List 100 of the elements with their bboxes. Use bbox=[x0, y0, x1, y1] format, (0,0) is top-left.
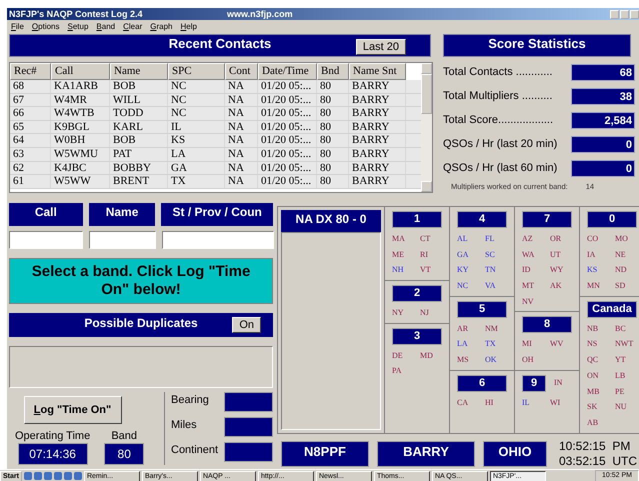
stat-label: QSOs / Hr (last 60 min) bbox=[443, 162, 558, 174]
column-header[interactable]: Rec# bbox=[10, 63, 51, 80]
state-code: VT bbox=[420, 264, 432, 276]
field-label: Name bbox=[88, 203, 156, 226]
duplicates-toggle-button[interactable]: On bbox=[232, 317, 261, 333]
input-field[interactable] bbox=[162, 231, 274, 249]
info-label: Continent bbox=[171, 444, 218, 456]
table-cell: 01/20 05:... bbox=[258, 94, 317, 106]
table-cell: NA bbox=[225, 80, 258, 93]
state-code: NS bbox=[587, 338, 598, 350]
table-cell: 68 bbox=[10, 80, 51, 93]
state-code: NWT bbox=[615, 338, 634, 350]
station-name: BARRY bbox=[377, 441, 475, 467]
column-header[interactable]: Name bbox=[110, 63, 168, 80]
column-header[interactable]: Date/Time bbox=[258, 63, 317, 80]
table-cell: KA1ARB bbox=[51, 80, 110, 93]
zone-header: Canada bbox=[587, 300, 637, 318]
table-cell: 67 bbox=[10, 94, 51, 106]
table-cell: BARRY bbox=[349, 107, 406, 120]
scrollbar[interactable] bbox=[421, 63, 432, 192]
state-code: WV bbox=[550, 338, 564, 350]
table-cell: 80 bbox=[317, 94, 349, 106]
state-code: NH bbox=[392, 264, 405, 276]
state-code: NV bbox=[522, 296, 535, 308]
log-time-on-button[interactable]: Log "Time On" bbox=[24, 396, 122, 424]
close-button[interactable] bbox=[630, 10, 639, 18]
column-header[interactable]: SPC bbox=[168, 63, 225, 80]
table-cell: NC bbox=[168, 107, 225, 120]
table-cell: BARRY bbox=[349, 134, 406, 147]
state-code: MT bbox=[522, 280, 535, 292]
state-code: KY bbox=[457, 264, 470, 276]
state-code: AR bbox=[457, 322, 470, 335]
dx-header: NA DX 80 - 0 bbox=[281, 210, 381, 232]
stat-value: 68 bbox=[571, 64, 635, 80]
state-code: MD bbox=[420, 350, 434, 362]
state-code: NU bbox=[615, 401, 628, 414]
table-cell: KARL bbox=[110, 120, 168, 134]
table-cell: 01/20 05:... bbox=[258, 120, 317, 134]
table-cell: BARRY bbox=[349, 162, 406, 174]
menu-item[interactable]: Graph bbox=[150, 22, 172, 30]
stat-value: 0 bbox=[571, 160, 635, 176]
table-cell: NA bbox=[225, 120, 258, 134]
column-header[interactable]: Name Snt bbox=[349, 63, 406, 80]
state-code: PE bbox=[615, 386, 626, 398]
state-code: IN bbox=[554, 377, 562, 390]
zone-header: 8 bbox=[522, 316, 572, 334]
state-code: VA bbox=[485, 280, 497, 292]
band-label: Band bbox=[111, 430, 138, 442]
menu-item[interactable]: Options bbox=[32, 22, 60, 30]
menu-item[interactable]: File bbox=[11, 22, 24, 30]
maximize-button[interactable] bbox=[620, 10, 629, 18]
table-cell: 65 bbox=[10, 120, 51, 134]
state-code: SK bbox=[587, 401, 598, 414]
table-cell: 80 bbox=[317, 80, 349, 93]
menu-item[interactable]: Clear bbox=[123, 22, 142, 30]
recent-contacts-title: Recent Contacts bbox=[168, 36, 272, 51]
state-code: NY bbox=[392, 307, 405, 320]
state-code: AZ bbox=[522, 233, 534, 245]
state-code: MB bbox=[587, 386, 600, 398]
table-cell: 80 bbox=[317, 175, 349, 188]
input-field[interactable] bbox=[9, 231, 83, 249]
table-cell: BARRY bbox=[349, 94, 406, 106]
status-message: Select a band. Click Log "Time On" below! bbox=[9, 258, 273, 304]
menu-item[interactable]: Band bbox=[96, 22, 116, 30]
state-code: WY bbox=[550, 264, 564, 276]
table-cell: BRENT bbox=[110, 175, 168, 188]
menu-item[interactable]: Setup bbox=[68, 22, 88, 30]
table-cell: 01/20 05:... bbox=[258, 134, 317, 147]
stat-label: QSOs / Hr (last 20 min) bbox=[443, 138, 558, 150]
state-code: SD bbox=[615, 280, 626, 292]
state-code: YT bbox=[615, 354, 627, 366]
input-field[interactable] bbox=[89, 231, 156, 249]
state-code: MS bbox=[457, 354, 470, 366]
stat-value: 0 bbox=[571, 136, 635, 152]
table-cell: NA bbox=[225, 134, 258, 147]
state-code: NB bbox=[587, 322, 600, 335]
state-code: WA bbox=[522, 248, 536, 261]
table-cell: WILL bbox=[110, 94, 168, 106]
table-cell: 80 bbox=[317, 120, 349, 134]
table-cell: IL bbox=[168, 120, 225, 134]
table-cell: BOBBY bbox=[110, 162, 168, 174]
table-cell: TX bbox=[168, 175, 225, 188]
column-header[interactable]: Call bbox=[51, 63, 110, 80]
station-location: OHIO bbox=[483, 441, 547, 467]
table-cell: 01/20 05:... bbox=[258, 175, 317, 188]
table-cell: BARRY bbox=[349, 175, 406, 188]
column-header[interactable]: Bnd bbox=[317, 63, 349, 80]
duplicates-title: Possible Duplicates bbox=[84, 316, 198, 332]
table-cell: K4JBC bbox=[51, 162, 110, 174]
table-cell: 63 bbox=[10, 148, 51, 161]
state-code: FL bbox=[485, 233, 496, 245]
table-cell: LA bbox=[168, 148, 225, 161]
utc-time: 03:52:15 UTC bbox=[559, 454, 638, 469]
table-cell: NA bbox=[225, 175, 258, 188]
last-20-button[interactable]: Last 20 bbox=[356, 39, 406, 55]
minimize-button[interactable] bbox=[610, 10, 619, 18]
column-header[interactable]: Cont bbox=[225, 63, 258, 80]
field-label: Call bbox=[9, 203, 83, 226]
table-cell: NC bbox=[168, 80, 225, 93]
menu-item[interactable]: Help bbox=[180, 22, 197, 30]
